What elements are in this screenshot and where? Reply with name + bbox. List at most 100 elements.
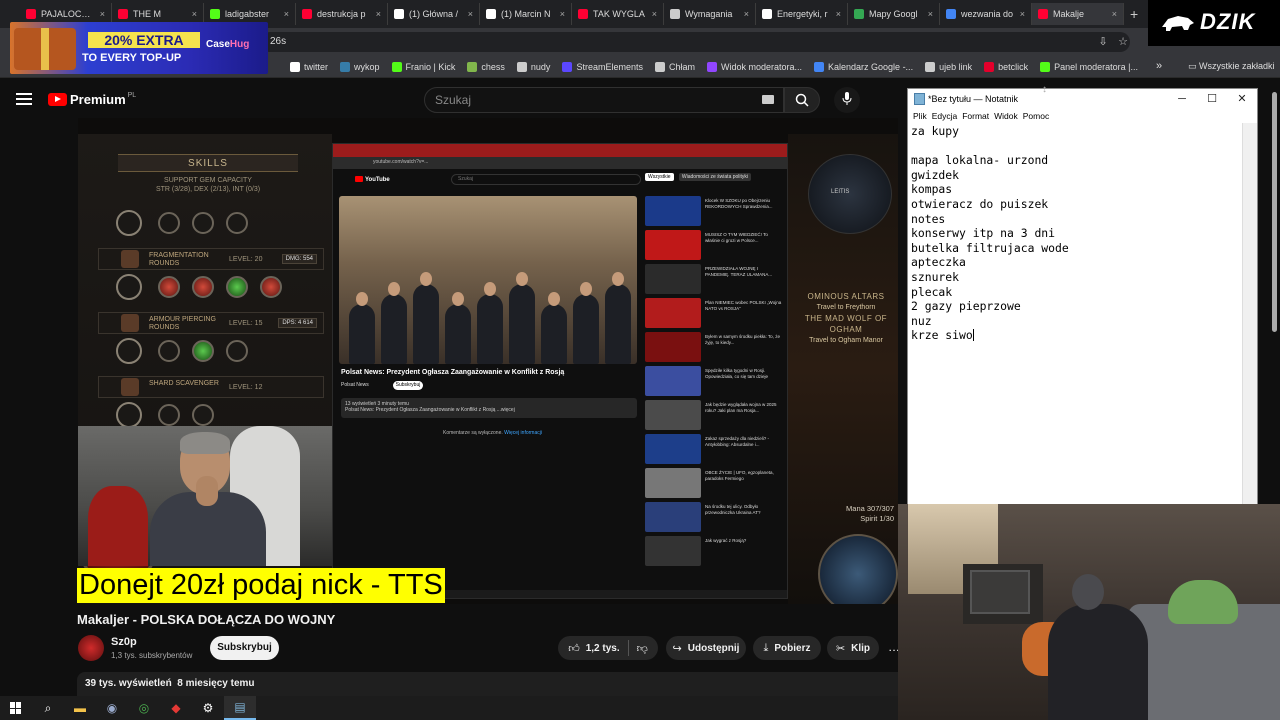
tab-close-icon[interactable]: × [836, 9, 841, 19]
all-bookmarks-button[interactable]: ▭ Wszystkie zakładki [1188, 61, 1275, 72]
notepad-window[interactable]: *Bez tytułu — Notatnik ─ ☐ ✕ Plik Edycja F… [907, 88, 1258, 506]
maximize-button[interactable]: ☐ [1198, 91, 1226, 107]
search-input[interactable]: Szukaj [424, 87, 784, 113]
nested-rec-title: OBCE ŻYCIE | UFO, egzoplaneta, paradoks … [705, 470, 774, 481]
browser-tab[interactable]: (1) Marcin N × [480, 3, 572, 25]
seated-person [349, 292, 375, 364]
taskbar-app[interactable]: ◉ [96, 696, 128, 720]
browser-tab[interactable]: wezwania do × [940, 3, 1032, 25]
browser-tab[interactable]: Makalje × [1032, 3, 1124, 25]
tab-close-icon[interactable]: × [928, 9, 933, 19]
bookmark-item[interactable]: Chłam [654, 61, 695, 72]
taskbar-app-red[interactable]: ◆ [160, 696, 192, 720]
nested-rec-item: Jak wygrać z Rosją? [645, 536, 785, 568]
keyboard-icon[interactable] [762, 95, 774, 104]
tab-close-icon[interactable]: × [468, 9, 473, 19]
clip-button[interactable]: ✂ Klip [827, 636, 879, 660]
tab-close-icon[interactable]: × [744, 9, 749, 19]
taskbar-search[interactable]: ⌕ [32, 696, 64, 720]
like-button[interactable]: 👍︎ 1,2 tys. [568, 642, 619, 655]
bookmark-item[interactable]: Widok moderatora... [706, 61, 802, 72]
reactor-webcam [78, 426, 332, 566]
channel-name[interactable]: Sz0p [111, 636, 137, 648]
tab-close-icon[interactable]: × [100, 9, 105, 19]
streamer-body [1048, 604, 1148, 720]
gift-box-icon [14, 28, 76, 70]
notepad-menu-plik[interactable]: Plik [913, 109, 927, 123]
download-button[interactable]: ⤓ Pobierz [753, 636, 821, 660]
notepad-text-area[interactable]: za kupy mapa lokalna- urzond gwizdek kompas… [911, 124, 1241, 343]
youtube-play-icon [48, 93, 67, 106]
search-button[interactable] [784, 87, 820, 113]
nested-recommendations: Klocek W SZOKU po Obejrzeniu REKORDOWYCH… [645, 196, 785, 570]
browser-tab[interactable]: Energetyki, r × [756, 3, 848, 25]
taskbar-notepad[interactable]: ▤ [224, 696, 256, 720]
notepad-titlebar[interactable]: *Bez tytułu — Notatnik ─ ☐ ✕ [908, 89, 1257, 109]
url-input[interactable]: 26s [260, 32, 1130, 52]
description-box[interactable]: 39 tys. wyświetleń 8 miesięcy temu [77, 672, 907, 696]
nested-comments-disabled: Komentarze są wyłączone. Więcej informac… [443, 430, 542, 436]
notepad-menu-format[interactable]: Format [962, 109, 989, 123]
taskbar-file-explorer[interactable]: ▬ [64, 696, 96, 720]
browser-tab[interactable]: (1) Główna / × [388, 3, 480, 25]
tab-close-icon[interactable]: × [376, 9, 381, 19]
bookmark-star-icon[interactable]: ☆ [1116, 35, 1130, 49]
notepad-scrollbar[interactable] [1242, 123, 1257, 505]
notepad-menu-widok[interactable]: Widok [994, 109, 1018, 123]
bookmark-item[interactable]: Panel moderatora |... [1040, 61, 1138, 72]
tab-close-icon[interactable]: × [560, 9, 565, 19]
scrollbar-thumb[interactable] [1272, 92, 1277, 332]
tab-favicon-icon [486, 9, 496, 19]
tab-label: PAJALOCK C [41, 9, 96, 19]
gem-slot [260, 276, 282, 298]
bookmark-item[interactable]: Franio | Kick [391, 61, 455, 72]
bookmark-item[interactable]: twitter [290, 61, 328, 72]
nested-rec-title: PRZEWIDZIAŁA WOJNĘ I PANDEMIĘ. TERAZ ULA… [705, 266, 773, 277]
bookmark-item[interactable]: ujeb link [925, 61, 972, 72]
tab-close-icon[interactable]: × [1020, 9, 1025, 19]
nested-rec-item: OBCE ŻYCIE | UFO, egzoplaneta, paradoks … [645, 468, 785, 500]
close-button[interactable]: ✕ [1228, 91, 1256, 107]
tab-close-icon[interactable]: × [192, 9, 197, 19]
menu-icon[interactable] [16, 93, 32, 105]
notepad-line: plecak [911, 284, 953, 299]
nested-rec-thumbnail [645, 366, 701, 396]
start-button[interactable] [0, 696, 32, 720]
channel-avatar[interactable] [78, 635, 104, 661]
browser-tab[interactable]: Mapy Googl × [848, 3, 940, 25]
nested-search: Szukaj [451, 174, 641, 185]
seated-person [605, 272, 631, 364]
minimize-button[interactable]: ─ [1168, 91, 1196, 107]
spirit-value: Spirit 1/30 [860, 514, 894, 523]
bookmark-item[interactable]: wykop [340, 61, 380, 72]
thumbs-down-icon[interactable]: 👎︎ [637, 642, 648, 655]
page-scrollbar[interactable] [1258, 80, 1280, 504]
like-count: 1,2 tys. [585, 642, 620, 654]
bookmark-item[interactable]: nudy [516, 61, 550, 72]
tab-close-icon[interactable]: × [1112, 9, 1117, 19]
bookmarks-overflow-button[interactable]: » [1156, 60, 1162, 72]
browser-tab[interactable]: Wymagania × [664, 3, 756, 25]
install-app-icon[interactable]: ⇩ [1096, 35, 1110, 49]
share-button[interactable]: ↪ Udostępnij [666, 636, 746, 660]
taskbar-settings[interactable]: ⚙ [192, 696, 224, 720]
tab-close-icon[interactable]: × [652, 9, 657, 19]
browser-tab[interactable]: destrukcja p × [296, 3, 388, 25]
bookmark-item[interactable]: betclick [984, 61, 1028, 72]
voice-search-button[interactable] [834, 87, 860, 113]
tab-favicon-icon [854, 9, 864, 19]
notepad-menu-pomoc[interactable]: Pomoc [1023, 109, 1049, 123]
gem-slot [158, 276, 180, 298]
taskbar-chrome[interactable]: ◎ [128, 696, 160, 720]
bookmark-item[interactable]: chess [467, 61, 505, 72]
channel-subscribers: 1,3 tys. subskrybentów [111, 651, 193, 660]
new-tab-button[interactable]: + [1130, 6, 1138, 22]
bookmark-item[interactable]: Kalendarz Google -... [814, 61, 913, 72]
bookmark-item[interactable]: StreamElements [562, 61, 643, 72]
youtube-premium-logo[interactable]: Premium PL [48, 92, 136, 107]
browser-tab[interactable]: TAK WYGLA × [572, 3, 664, 25]
notepad-line: gwizdek [911, 167, 960, 182]
subscribe-button[interactable]: Subskrybuj [210, 636, 279, 660]
notepad-menu-edycja[interactable]: Edycja [932, 109, 958, 123]
tab-close-icon[interactable]: × [284, 9, 289, 19]
